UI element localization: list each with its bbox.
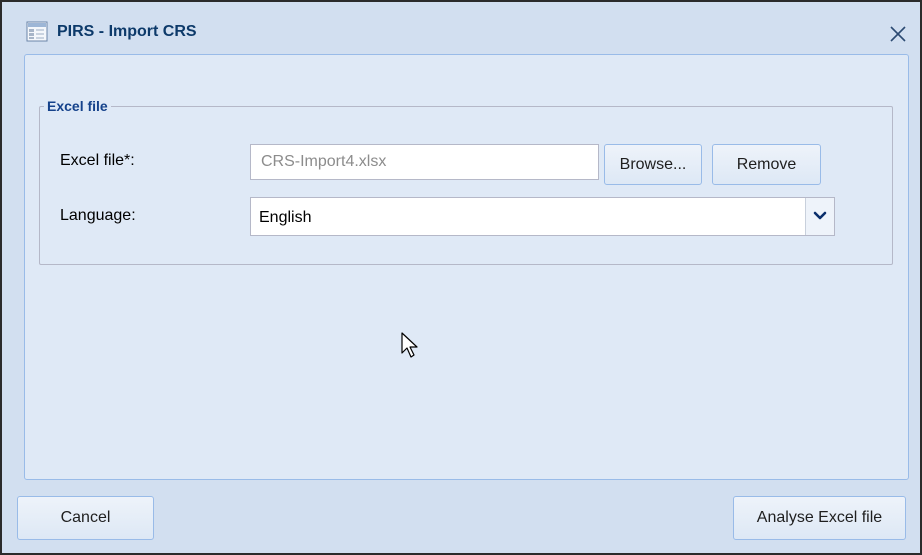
excel-file-field[interactable]: CRS-Import4.xlsx [250,144,599,180]
chevron-down-icon [813,211,827,220]
language-select[interactable]: English [250,197,835,236]
mouse-pointer-icon [400,331,420,361]
close-icon[interactable] [888,24,908,44]
browse-button[interactable]: Browse... [604,144,702,185]
analyse-excel-file-button[interactable]: Analyse Excel file [733,496,906,540]
app-window-icon [26,21,48,42]
import-crs-dialog: PIRS - Import CRS Excel file Excel file*… [0,0,922,555]
language-dropdown-trigger[interactable] [805,198,834,235]
excel-file-fieldset [39,106,893,265]
language-selected-value: English [259,209,312,226]
language-label: Language: [60,207,136,224]
cancel-button[interactable]: Cancel [17,496,154,540]
dialog-body: Excel file Excel file*: CRS-Import4.xlsx… [24,54,909,480]
fieldset-legend: Excel file [44,95,111,117]
dialog-title: PIRS - Import CRS [57,23,197,40]
excel-file-label: Excel file*: [60,152,135,169]
dialog-titlebar[interactable]: PIRS - Import CRS [2,2,920,52]
remove-button[interactable]: Remove [712,144,821,185]
